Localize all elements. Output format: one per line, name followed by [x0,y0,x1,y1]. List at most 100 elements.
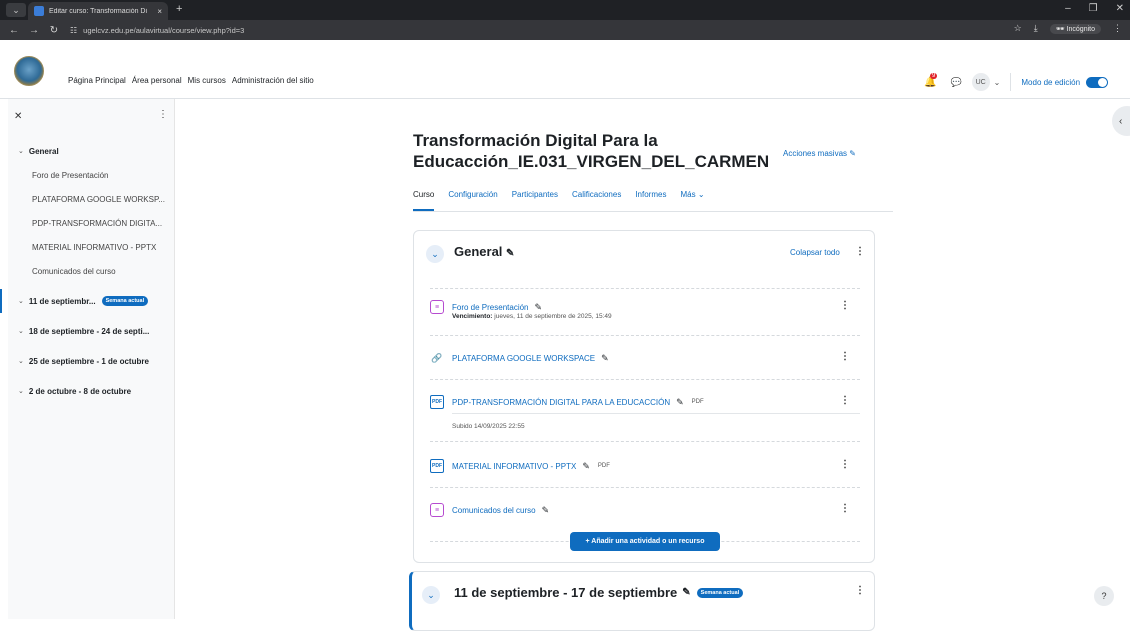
activity-link[interactable]: Comunicados del curso [452,506,536,515]
tab-more-label[interactable]: Más [680,190,695,199]
section-title-text[interactable]: General [454,244,502,259]
drawer-options-icon[interactable]: ⋮ [158,109,168,120]
nav-item-site-admin[interactable]: Administración del sitio [232,76,314,85]
help-button[interactable]: ? [1094,586,1114,606]
tab-reports[interactable]: Informes [635,186,666,211]
section-label[interactable]: 2 de octubre - 8 de octubre [29,387,131,396]
due-value: jueves, 11 de septiembre de 2025, 15:49 [494,313,612,320]
pencil-icon[interactable]: ✎ [506,248,514,259]
tab-search-icon[interactable]: ⌄ [6,3,26,17]
section-label[interactable]: General [29,147,59,156]
add-activity-button[interactable]: + Añadir una actividad o un recurso [570,532,720,551]
index-item[interactable]: PLATAFORMA GOOGLE WORKSP... [8,187,175,211]
nav-item-dashboard[interactable]: Área personal [132,76,182,85]
index-section-week-current[interactable]: ⌄ 11 de septiembr... Semana actual [0,289,175,313]
pencil-icon[interactable]: ✎ [676,397,684,408]
tab-course[interactable]: Curso [413,186,435,211]
browser-menu-icon[interactable]: ⋮ [1113,23,1122,34]
incognito-label: Incógnito [1066,25,1095,33]
forward-icon[interactable]: → [26,25,42,36]
collapse-section-chevron-icon[interactable]: ⌄ [422,586,440,604]
collapse-section-chevron-icon[interactable]: ⌄ [426,245,444,263]
current-week-badge: Semana actual [101,296,149,306]
open-block-drawer-icon[interactable]: ‹ [1112,106,1130,136]
chevron-down-icon[interactable]: ⌄ [18,327,24,335]
pencil-icon[interactable]: ✎ [582,461,590,472]
chevron-down-icon[interactable]: ⌄ [18,357,24,365]
tab-more[interactable]: Más ⌄ [680,186,704,211]
index-item[interactable]: MATERIAL INFORMATIVO - PPTX [8,235,175,259]
bookmark-star-icon[interactable]: ☆ [1014,23,1022,34]
tab-grades[interactable]: Calificaciones [572,186,621,211]
divider [430,441,860,442]
activity-menu-icon[interactable]: ⋮ [840,395,850,406]
index-item[interactable]: PDP-TRANSFORMACIÓN DIGITA... [8,211,175,235]
activity-link[interactable]: MATERIAL INFORMATIVO - PPTX [452,462,576,471]
back-icon[interactable]: ← [6,25,22,36]
activity-menu-icon[interactable]: ⋮ [840,459,850,470]
section-title[interactable]: 11 de septiembre - 17 de septiembre ✎ Se… [454,585,744,600]
activity-menu-icon[interactable]: ⋮ [840,300,850,311]
course-secondary-nav: Curso Configuración Participantes Califi… [413,186,893,212]
close-window-icon[interactable]: ✕ [1116,3,1124,14]
pencil-icon[interactable]: ✎ [535,302,543,313]
user-avatar[interactable]: UC [971,73,990,91]
pencil-icon[interactable]: ✎ [682,587,690,598]
section-label[interactable]: 18 de septiembre - 24 de septi... [29,327,150,336]
tab-participants[interactable]: Participantes [512,186,558,211]
nav-item-home[interactable]: Página Principal [68,76,126,85]
section-label[interactable]: 25 de septiembre - 1 de octubre [29,357,149,366]
activity-link[interactable]: PLATAFORMA GOOGLE WORKSPACE [452,354,595,363]
activity-menu-icon[interactable]: ⋮ [840,351,850,362]
close-drawer-icon[interactable]: ✕ [14,111,22,122]
left-scroll-edge [0,99,8,619]
bulk-actions-link[interactable]: Acciones masivas ✎ [783,149,856,158]
download-icon[interactable]: ⤓ [1034,23,1038,34]
section-label[interactable]: 11 de septiembr... [29,297,96,306]
index-item[interactable]: Comunicados del curso [8,259,175,283]
index-section-week[interactable]: ⌄ 25 de septiembre - 1 de octubre [8,349,175,373]
reload-icon[interactable]: ↻ [46,25,62,36]
user-menu-chevron-icon[interactable]: ⌄ [994,78,1001,87]
pencil-icon[interactable]: ✎ [542,505,550,516]
section-menu-icon[interactable]: ⋮ [855,246,865,257]
url-text[interactable]: ugelcvz.edu.pe/aulavirtual/course/view.p… [83,26,244,35]
activity-menu-icon[interactable]: ⋮ [840,503,850,514]
edit-mode-label: Modo de edición [1021,77,1081,87]
browser-tab[interactable]: Editar curso: Transformación Di × [28,2,168,20]
messages-icon[interactable]: 💬 [950,77,961,88]
activity-due-date: Vencimiento: jueves, 11 de septiembre de… [430,313,860,320]
incognito-icon: 🕶 [1055,25,1065,33]
index-section-general[interactable]: ⌄ General [8,139,175,163]
minimize-icon[interactable]: – [1065,3,1071,14]
divider [430,288,860,289]
site-logo[interactable] [14,56,44,86]
new-tab-button[interactable]: + [176,3,182,15]
collapse-all-link[interactable]: Colapsar todo [790,248,840,257]
section-header: ⌄ General ✎ Colapsar todo ⋮ [414,231,874,279]
index-item[interactable]: Foro de Presentación [8,163,175,187]
chevron-down-icon[interactable]: ⌄ [18,297,24,305]
divider [430,379,860,380]
chevron-down-icon[interactable]: ⌄ [18,147,24,155]
tab-settings[interactable]: Configuración [448,186,497,211]
edit-mode-toggle[interactable] [1086,76,1109,88]
section-title[interactable]: General ✎ [454,244,514,259]
incognito-badge[interactable]: 🕶 Incógnito [1049,23,1101,34]
nav-item-my-courses[interactable]: Mis cursos [188,76,226,85]
site-settings-icon[interactable]: ☷ [70,26,77,35]
upload-date: Subido 14/09/2025 22:55 [452,423,525,430]
tab-close-icon[interactable]: × [157,7,162,16]
url-box[interactable]: ☷ ugelcvz.edu.pe/aulavirtual/course/view… [70,26,244,35]
index-section-week[interactable]: ⌄ 18 de septiembre - 24 de septi... [8,319,175,343]
activity-link[interactable]: PDP-TRANSFORMACIÓN DIGITAL PARA LA EDUCA… [452,398,670,407]
chevron-down-icon[interactable]: ⌄ [18,387,24,395]
section-menu-icon[interactable]: ⋮ [855,585,865,596]
activity-link[interactable]: Foro de Presentación [452,303,529,312]
restore-icon[interactable]: ❐ [1089,3,1098,14]
section-title-text[interactable]: 11 de septiembre - 17 de septiembre [454,585,677,600]
index-section-week[interactable]: ⌄ 2 de octubre - 8 de octubre [8,379,175,403]
bulk-actions-label[interactable]: Acciones masivas [783,149,847,158]
pencil-icon[interactable]: ✎ [601,353,609,364]
notifications-bell-icon[interactable]: 🔔 9 [924,72,938,88]
